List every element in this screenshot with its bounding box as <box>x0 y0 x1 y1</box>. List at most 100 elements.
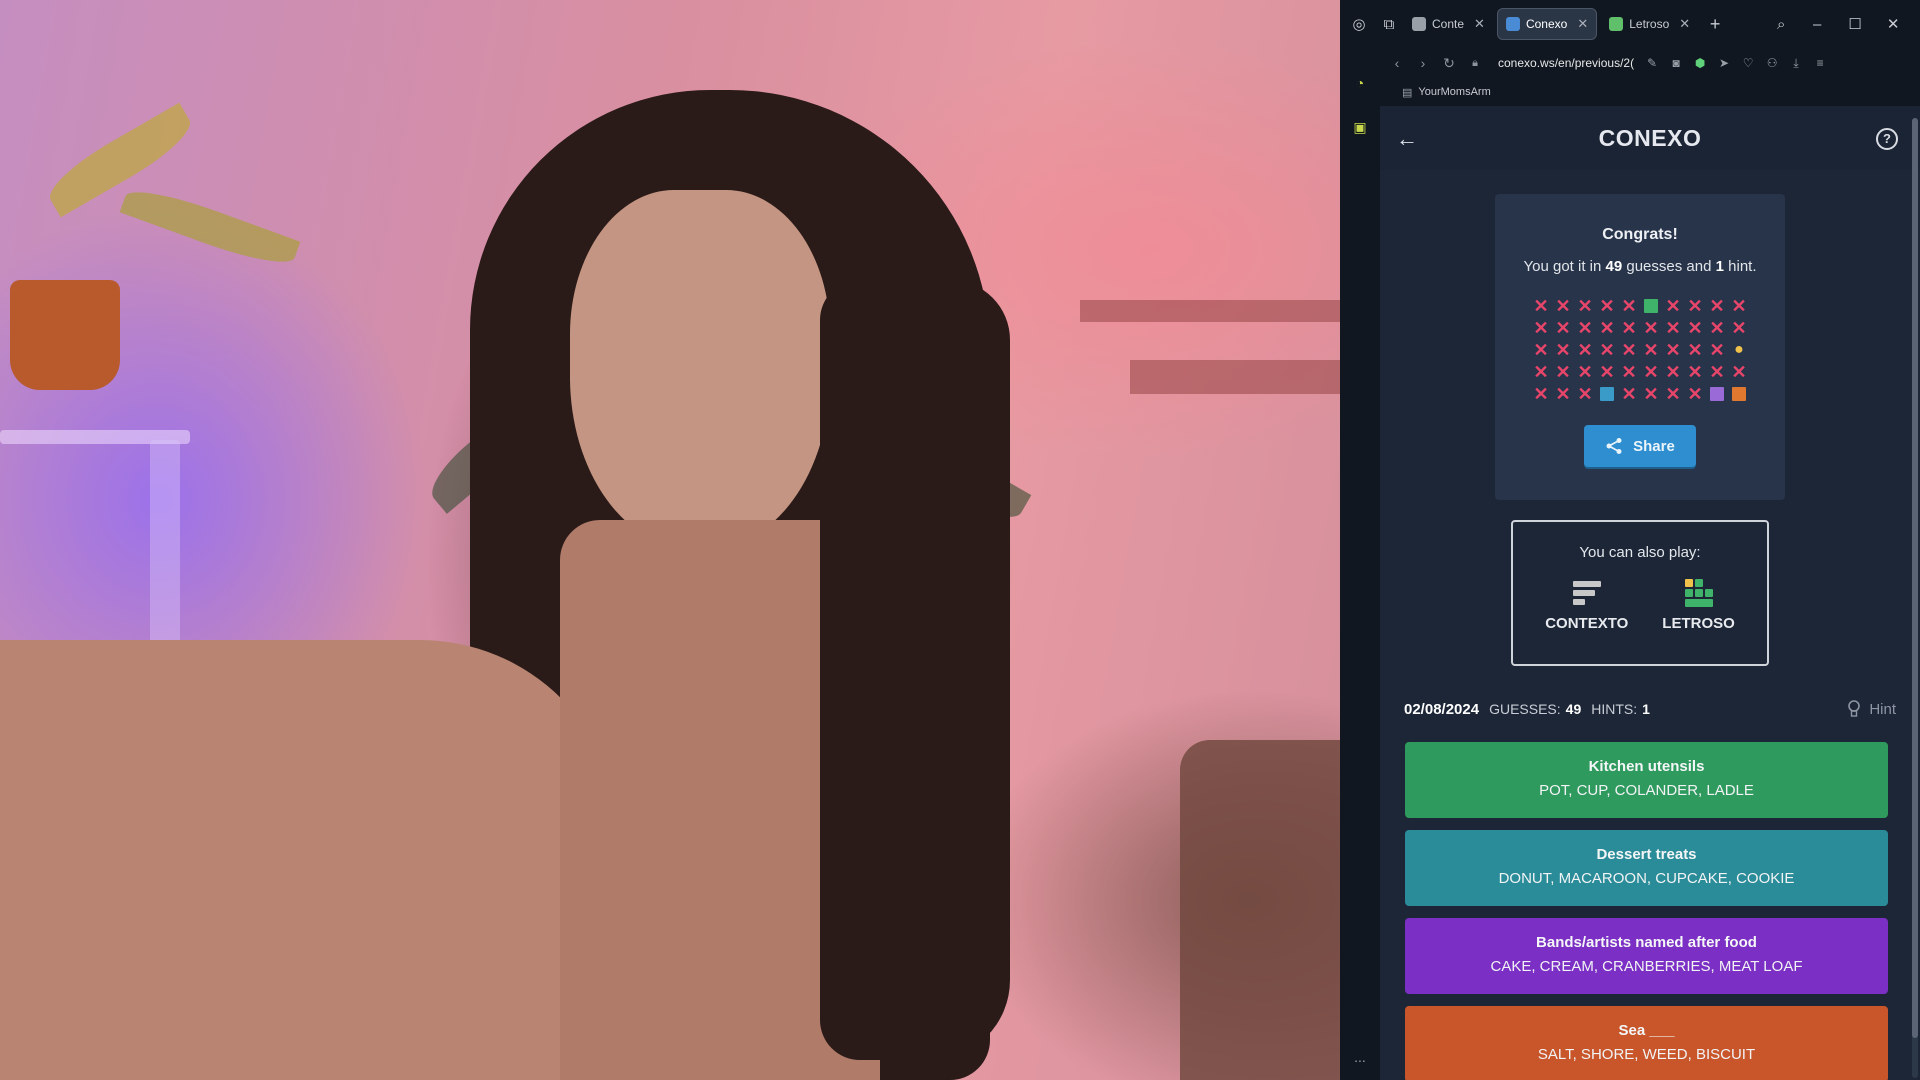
wrong-guess-icon: ✕ <box>1643 384 1659 404</box>
hint-button[interactable]: Hint <box>1847 700 1896 718</box>
wrong-guess-icon: ✕ <box>1555 384 1571 404</box>
person-face <box>570 190 830 550</box>
camera-icon[interactable]: ◙ <box>1664 56 1688 70</box>
minimize-icon[interactable]: – <box>1806 13 1828 35</box>
url-field[interactable]: conexo.ws/en/previous/2( <box>1498 56 1634 70</box>
wrong-guess-icon: ✕ <box>1577 296 1593 316</box>
wrong-guess-icon: ✕ <box>1621 340 1637 360</box>
tab-contexto[interactable]: Conte ✕ <box>1404 9 1493 39</box>
share-button[interactable]: Share <box>1584 425 1696 467</box>
shield-icon[interactable]: ⬢ <box>1688 56 1712 70</box>
back-arrow-button[interactable]: ← <box>1396 126 1418 152</box>
contexto-link[interactable]: CONTEXTO <box>1545 579 1628 632</box>
wrong-guess-icon: ✕ <box>1643 340 1659 360</box>
wrong-guess-icon: ✕ <box>1709 296 1725 316</box>
category-words: DONUT, MACAROON, CUPCAKE, COOKIE <box>1498 870 1795 887</box>
letroso-label: LETROSO <box>1662 615 1735 632</box>
correct-guess-green <box>1642 295 1660 317</box>
wrong-guess-icon: ✕ <box>1533 340 1549 360</box>
category-name: Sea ___ <box>1618 1022 1675 1039</box>
share-label: Share <box>1633 437 1675 455</box>
wrong-guess-icon: ✕ <box>1533 296 1549 316</box>
tab-label: Conexo <box>1525 17 1568 31</box>
category-card: Kitchen utensils POT, CUP, COLANDER, LAD… <box>1405 742 1888 818</box>
wrong-guess-icon: ✕ <box>1665 384 1681 404</box>
close-tab-icon[interactable]: ✕ <box>1474 16 1485 32</box>
wrong-guess-icon: ✕ <box>1665 296 1681 316</box>
menu-icon[interactable]: ≡ <box>1808 56 1832 70</box>
more-icon[interactable]: ... <box>1351 1048 1369 1066</box>
app-header: ← CONEXO ? <box>1380 106 1920 170</box>
tab-conexo[interactable]: Conexo ✕ <box>1496 8 1598 40</box>
hints-value: 1 <box>1642 701 1650 717</box>
wrong-guess-icon: ✕ <box>1555 296 1571 316</box>
forward-icon[interactable]: › <box>1410 55 1436 71</box>
help-button[interactable]: ? <box>1876 128 1898 150</box>
close-tab-icon[interactable]: ✕ <box>1577 16 1588 32</box>
send-icon[interactable]: ➤ <box>1712 56 1736 70</box>
wrong-guess-icon: ✕ <box>1533 362 1549 382</box>
speed-dial-icon[interactable]: ◔ <box>1351 74 1369 92</box>
webcam-video-feed <box>0 0 1340 1080</box>
lock-icon[interactable]: 🔒︎ <box>1462 57 1488 70</box>
contexto-label: CONTEXTO <box>1545 615 1629 632</box>
wrong-guess-icon: ✕ <box>1533 318 1549 338</box>
browser-logo-icon[interactable]: ◎ <box>1348 13 1370 35</box>
category-name: Kitchen utensils <box>1588 758 1705 775</box>
person-hair-right <box>820 280 1010 1060</box>
puzzle-date: 02/08/2024 <box>1404 700 1480 718</box>
reload-icon[interactable]: ↻ <box>1436 55 1462 72</box>
wrong-guess-icon: ✕ <box>1599 296 1615 316</box>
heart-icon[interactable]: ♡ <box>1736 56 1760 70</box>
wrong-guess-icon: ✕ <box>1687 362 1703 382</box>
result-summary: You got it in 49 guesses and 1 hint. <box>1495 258 1785 275</box>
wrong-guess-icon: ✕ <box>1599 318 1615 338</box>
wrong-guess-icon: ✕ <box>1577 362 1593 382</box>
guesses-value: 49 <box>1565 701 1582 717</box>
profile-icon[interactable]: ⚇ <box>1760 56 1784 70</box>
result-guesses: 49 <box>1605 258 1623 275</box>
wrong-guess-icon: ✕ <box>1599 362 1615 382</box>
wrong-guess-icon: ✕ <box>1643 362 1659 382</box>
letroso-favicon-icon <box>1609 17 1624 31</box>
scrollbar-thumb[interactable] <box>1912 118 1918 1038</box>
letroso-link[interactable]: LETROSO <box>1662 579 1735 632</box>
category-name: Dessert treats <box>1596 846 1697 863</box>
result-text-suffix: hint. <box>1728 258 1757 275</box>
wrong-guess-icon: ✕ <box>1731 318 1747 338</box>
games-list: CONTEXTO LETROSO <box>1513 579 1767 632</box>
wrong-guess-icon: ✕ <box>1731 296 1747 316</box>
wrong-guess-icon: ✕ <box>1709 318 1725 338</box>
also-play-card: You can also play: CONTEXTO LETROSO <box>1511 520 1769 666</box>
wallet-icon[interactable]: ▣ <box>1351 118 1369 136</box>
contexto-logo-icon <box>1572 579 1601 607</box>
wrong-guess-icon: ✕ <box>1621 296 1637 316</box>
close-window-icon[interactable]: ✕ <box>1882 13 1904 35</box>
bookmark-item[interactable]: YourMomsArm <box>1418 86 1490 98</box>
new-tab-button[interactable]: + <box>1704 13 1726 35</box>
close-tab-icon[interactable]: ✕ <box>1679 16 1690 32</box>
result-text-prefix: You got it in <box>1523 258 1602 275</box>
wrong-guess-icon: ✕ <box>1665 362 1681 382</box>
maximize-icon[interactable]: ☐ <box>1844 13 1866 35</box>
category-card: Bands/artists named after food CAKE, CRE… <box>1405 918 1888 994</box>
bookmarks-bar: ▤ YourMomsArm <box>1380 78 1920 106</box>
wrong-guess-icon: ✕ <box>1687 296 1703 316</box>
search-icon[interactable]: ⌕ <box>1770 13 1792 35</box>
download-icon[interactable]: ⤓ <box>1784 56 1808 71</box>
back-icon[interactable]: ‹ <box>1384 55 1410 71</box>
browser-window: ◎ ⧉ Conte ✕ Conexo ✕ Letroso ✕ + ⌕ – ☐ ✕… <box>1340 0 1920 1080</box>
wall-decoration <box>1130 360 1340 394</box>
wrong-guess-icon: ✕ <box>1577 318 1593 338</box>
wrong-guess-icon: ✕ <box>1555 362 1571 382</box>
wrong-guess-icon: ✕ <box>1665 340 1681 360</box>
workspaces-icon[interactable]: ⧉ <box>1378 13 1400 35</box>
wrong-guess-icon: ✕ <box>1621 318 1637 338</box>
result-text-middle: guesses and <box>1626 258 1712 275</box>
edit-icon[interactable]: ✎ <box>1640 56 1664 70</box>
wrong-guess-icon: ✕ <box>1555 318 1571 338</box>
result-hints: 1 <box>1715 258 1724 275</box>
hint-label: Hint <box>1869 700 1896 718</box>
tab-letroso[interactable]: Letroso ✕ <box>1601 9 1698 39</box>
also-play-title: You can also play: <box>1579 544 1701 561</box>
